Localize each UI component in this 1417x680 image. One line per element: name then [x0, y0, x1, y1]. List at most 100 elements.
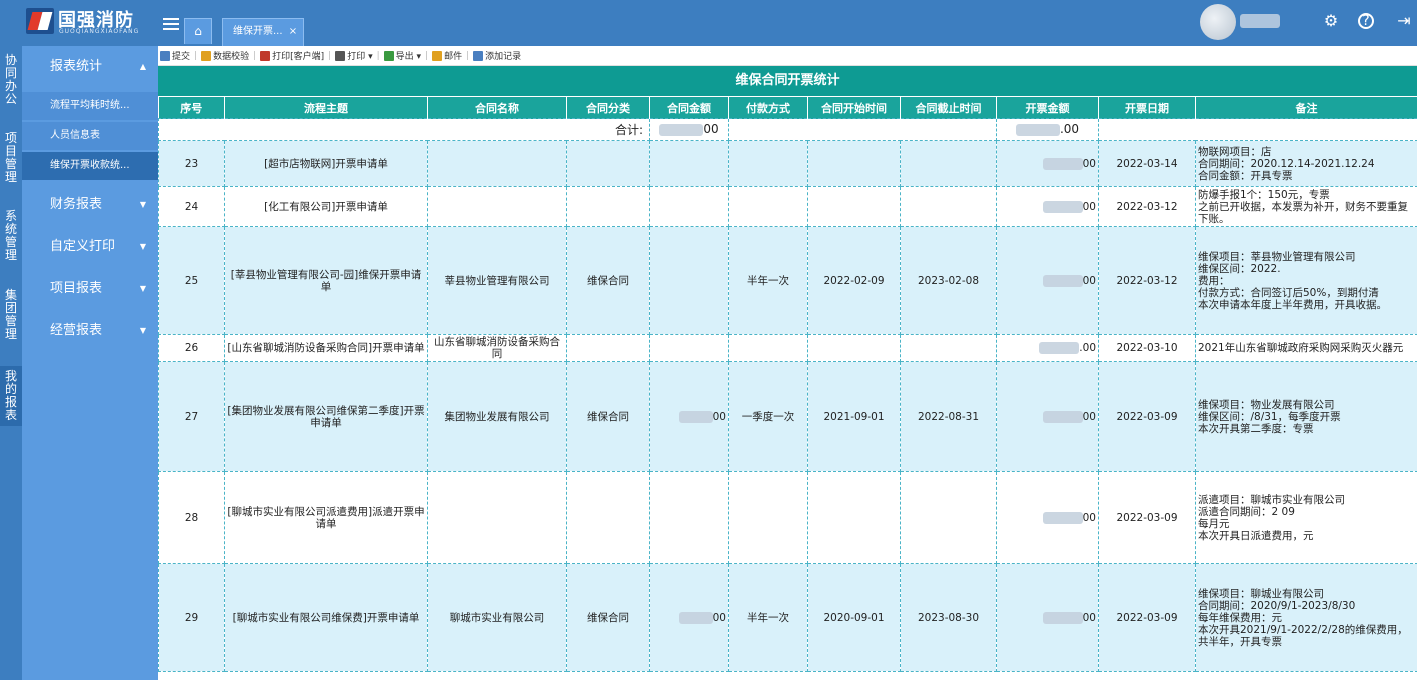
vnav-item-my-reports[interactable]: 我的报表 [0, 366, 22, 426]
sidebar-head-label: 项目报表 [50, 281, 103, 296]
sidebar-head-label: 自定义打印 [50, 239, 116, 254]
table-row[interactable]: 29 [聊城市实业有限公司维保费]开票申请单 聊城市实业有限公司 维保合同 00 半年一次… [158, 563, 1417, 672]
cell-note: 2021年山东省聊城政府采购网采购灭火器元 [1195, 334, 1417, 362]
vnav-item-system[interactable]: 系统管理 [0, 210, 22, 262]
cell-amount [649, 471, 729, 564]
settings-gear-icon[interactable]: ⚙ [1321, 11, 1341, 31]
report-table: 序号 流程主题 合同名称 合同分类 合同金额 付款方式 合同开始时间 合同截止时间 开票金额 开票… [158, 96, 1417, 672]
toolbar-submit-button[interactable]: 提交 [160, 49, 190, 62]
cell-amount: 00 [649, 361, 729, 472]
logout-icon[interactable]: ⇥ [1394, 11, 1414, 31]
tab-invoice-stat[interactable]: 维保开票... × [222, 18, 304, 46]
cell-amount [649, 186, 729, 227]
cell-start: 2021-09-01 [807, 361, 901, 472]
total-label: 合计: [158, 118, 650, 141]
table-row[interactable]: 24 [化工有限公司]开票申请单 00 2022-03-12 防爆手报1个：150元，专… [158, 186, 1417, 227]
column-header: 开票金额 [996, 96, 1099, 119]
cell-note: 物联网项目：店 合同期间：2020.12.14-2021.12.24 合同金额：… [1195, 140, 1417, 187]
cell-category [566, 186, 650, 227]
column-header: 序号 [158, 96, 225, 119]
table-row[interactable]: 25 [莘县物业管理有限公司-园]维保开票申请单 莘县物业管理有限公司 维保合同 半年一… [158, 226, 1417, 335]
cell-date: 2022-03-12 [1098, 226, 1196, 335]
sidebar-head-business-report[interactable]: 经营报表 ▼ [22, 310, 158, 352]
column-header: 付款方式 [728, 96, 808, 119]
cell-amount: 00 [649, 563, 729, 672]
home-tab[interactable]: ⌂ [184, 18, 212, 44]
cell-date: 2022-03-09 [1098, 361, 1196, 472]
brand-name-en: GUOQIANGXIAOFANG [59, 28, 140, 35]
chevron-up-icon: ▲ [139, 62, 146, 71]
sidebar-head-finance[interactable]: 财务报表 ▼ [22, 184, 158, 226]
cell-end [900, 471, 997, 564]
cell-pay: 半年一次 [728, 563, 808, 672]
table-row[interactable]: 23 [超市店物联网]开票申请单 00 2022-03-14 物联网项目：店 合同期间：… [158, 140, 1417, 187]
cell-date: 2022-03-14 [1098, 140, 1196, 187]
total-contract-amount: 00 [649, 118, 729, 141]
cell-pay: 一季度一次 [728, 361, 808, 472]
check-icon [201, 50, 212, 61]
toolbar-print-button[interactable]: 打印 ▾ [335, 49, 373, 62]
sidebar-item-process-time[interactable]: 流程平均耗时统... [22, 92, 158, 120]
cell-note: 防爆手报1个：150元，专票 之前已开收据，本发票为补开，财务不要重复下账。 [1195, 186, 1417, 227]
print-client-icon [260, 50, 271, 61]
cell-contract: 山东省聊城消防设备采购合同 [427, 334, 567, 362]
sidebar-head-project-report[interactable]: 项目报表 ▼ [22, 268, 158, 310]
cell-invoice: 00 [996, 471, 1099, 564]
sidebar-head-custom-print[interactable]: 自定义打印 ▼ [22, 226, 158, 268]
cell-topic: [聊城市实业有限公司维保费]开票申请单 [224, 563, 428, 672]
toolbar-export-button[interactable]: 导出 ▾ [383, 49, 421, 62]
cell-topic: [集团物业发展有限公司维保第二季度]开票申请单 [224, 361, 428, 472]
toolbar-check-button[interactable]: 数据校验 [201, 49, 249, 62]
cell-contract: 莘县物业管理有限公司 [427, 226, 567, 335]
vnav-item-project[interactable]: 项目管理 [0, 132, 22, 184]
vnav-item-group[interactable]: 集团管理 [0, 289, 22, 341]
toolbar-separator: | [328, 50, 332, 61]
vnav-item-oa[interactable]: 协同办公 [0, 54, 22, 106]
chevron-down-icon: ▼ [139, 200, 146, 209]
toolbar-mail-button[interactable]: 邮件 [432, 49, 462, 62]
table-row[interactable]: 28 [聊城市实业有限公司派遣费用]派遣开票申请单 00 2022-03-09 派遣项目… [158, 471, 1417, 564]
cell-date: 2022-03-09 [1098, 471, 1196, 564]
table-row[interactable]: 27 [集团物业发展有限公司维保第二季度]开票申请单 集团物业发展有限公司 维保合同 0… [158, 361, 1417, 472]
cell-no: 23 [158, 140, 225, 187]
avatar[interactable] [1200, 4, 1236, 40]
cell-date: 2022-03-12 [1098, 186, 1196, 227]
toolbar-separator: | [376, 50, 380, 61]
cell-category: 维保合同 [566, 563, 650, 672]
chevron-down-icon: ▼ [139, 284, 146, 293]
cell-category [566, 471, 650, 564]
column-header: 合同金额 [649, 96, 729, 119]
total-invoice-amount: .00 [996, 118, 1099, 141]
chevron-down-icon: ▼ [139, 242, 146, 251]
tab-close-icon[interactable]: × [289, 26, 297, 37]
cell-contract [427, 140, 567, 187]
help-icon[interactable]: ? [1358, 13, 1374, 29]
table-header-row: 序号 流程主题 合同名称 合同分类 合同金额 付款方式 合同开始时间 合同截止时间 开票金额 开票… [158, 96, 1417, 119]
table-row[interactable]: 26 [山东省聊城消防设备采购合同]开票申请单 山东省聊城消防设备采购合同 .00 20… [158, 334, 1417, 362]
cell-no: 29 [158, 563, 225, 672]
menu-toggle-icon[interactable] [163, 18, 179, 30]
sidebar-head-report-stat[interactable]: 报表统计 ▲ [22, 46, 158, 88]
column-header: 合同名称 [427, 96, 567, 119]
username-blurred [1240, 14, 1280, 28]
cell-pay: 半年一次 [728, 226, 808, 335]
cell-start [807, 471, 901, 564]
column-header: 流程主题 [224, 96, 428, 119]
cell-note: 维保项目：莘县物业管理有限公司 维保区间：2022. 费用： 付款方式：合同签订… [1195, 226, 1417, 335]
toolbar-separator: | [253, 50, 257, 61]
toolbar-print-client-button[interactable]: 打印[客户端] [260, 49, 324, 62]
export-icon [383, 50, 394, 61]
sidebar-item-invoice-stat[interactable]: 维保开票收款统... [22, 152, 158, 180]
column-header: 合同截止时间 [900, 96, 997, 119]
cell-invoice: 00 [996, 361, 1099, 472]
cell-pay [728, 334, 808, 362]
toolbar-add-record-button[interactable]: 添加记录 [473, 49, 521, 62]
report-toolbar: 提交 | 数据校验 | 打印[客户端] | 打印 ▾ | 导出 ▾ | 邮件 | 添加记录 [158, 46, 1417, 66]
top-header: 国强消防 GUOQIANGXIAOFANG ⌂ 维保开票... × ⚙ ? ⇥ [0, 0, 1417, 46]
sidebar-item-staff-info[interactable]: 人员信息表 [22, 122, 158, 150]
cell-amount [649, 140, 729, 187]
cell-note: 维保项目：聊城业有限公司 合同期间：2020/9/1-2023/8/30 每年维… [1195, 563, 1417, 672]
cell-invoice: 00 [996, 563, 1099, 672]
cell-note: 维保项目：物业发展有限公司 维保区间：/8/31，每季度开票 本次开具第二季度：… [1195, 361, 1417, 472]
cell-date: 2022-03-10 [1098, 334, 1196, 362]
